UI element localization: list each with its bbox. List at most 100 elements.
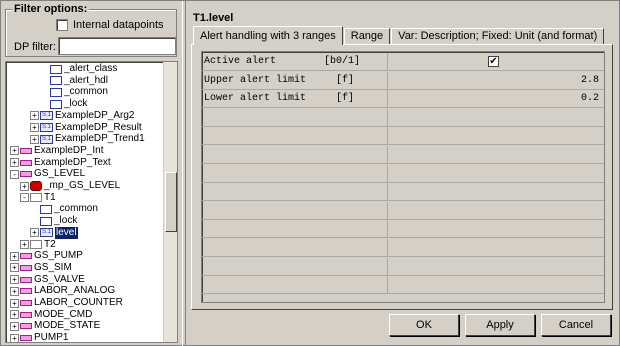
tree-item[interactable]: + ExampleDP_Text <box>10 157 111 169</box>
grid-value-cell[interactable] <box>388 202 604 220</box>
alert-config-grid[interactable]: Active alert [b0/1] ✔ Upper alert limit [f… <box>201 51 605 303</box>
grid-value-cell[interactable] <box>388 165 604 183</box>
grid-value-cell[interactable] <box>388 220 604 238</box>
grid-label-cell <box>202 164 388 183</box>
grid-row[interactable]: Lower alert limit [f] 0.2 <box>202 90 604 109</box>
tree-item[interactable]: + GS_SIM <box>10 262 72 274</box>
grid-row[interactable]: Upper alert limit [f] 2.8 <box>202 71 604 90</box>
grid-row-empty[interactable] <box>202 220 604 239</box>
dpe-icon <box>50 87 62 97</box>
datapoint-icon <box>20 276 32 283</box>
grid-row-empty[interactable] <box>202 276 604 295</box>
tree-item[interactable]: + S.1 ExampleDP_Arg2 <box>30 110 134 122</box>
expand-icon[interactable]: + <box>30 111 39 121</box>
tree-item[interactable]: + MODE_CMD <box>10 309 92 321</box>
tree-item[interactable]: _lock <box>30 215 77 227</box>
tree-scrollbar-thumb[interactable] <box>165 172 177 232</box>
tree-item[interactable]: + PUMP1 <box>10 332 69 343</box>
tree-item[interactable]: + S.1 ExampleDP_Trend1 <box>30 133 145 145</box>
grid-value-cell[interactable]: 2.8 <box>388 72 604 90</box>
expand-icon[interactable]: + <box>30 123 39 132</box>
grid-row-empty[interactable] <box>202 164 604 183</box>
tree-item-label: MODE_STATE <box>34 320 101 332</box>
expand-icon[interactable]: + <box>10 333 19 342</box>
expand-icon[interactable]: + <box>10 286 19 296</box>
tree-item[interactable]: + LABOR_COUNTER <box>10 297 123 309</box>
grid-label-cell: Active alert [b0/1] <box>202 53 388 71</box>
expand-icon[interactable]: + <box>10 251 19 261</box>
expand-icon[interactable]: + <box>10 298 19 308</box>
tree-item[interactable]: - GS_LEVEL <box>10 168 85 180</box>
tab-description-unit[interactable]: Var: Description; Fixed: Unit (and forma… <box>391 28 605 45</box>
tree-item[interactable]: + GS_VALVE <box>10 274 85 286</box>
expand-icon[interactable]: + <box>20 240 29 249</box>
grid-label-cell: Upper alert limit [f] <box>202 71 388 90</box>
tree-item[interactable]: + ExampleDP_Int <box>10 145 103 157</box>
tree-item[interactable]: + GS_PUMP <box>10 250 83 262</box>
tree-item[interactable]: + MODE_STATE <box>10 320 100 332</box>
datapoint-tree[interactable]: _alert_class _alert_hdl _common _lock + S.1 Ex… <box>5 61 178 343</box>
grid-row[interactable]: Active alert [b0/1] ✔ <box>202 53 604 71</box>
grid-row-empty[interactable] <box>202 257 604 276</box>
tree-item[interactable]: _lock <box>40 98 87 110</box>
grid-value-cell[interactable] <box>388 239 604 257</box>
expand-icon[interactable]: + <box>10 310 19 320</box>
active-alert-checkbox[interactable]: ✔ <box>488 56 499 67</box>
filter-options-legend: Filter options: <box>12 3 90 15</box>
tab-range[interactable]: Range <box>343 28 391 45</box>
tree-item[interactable]: + LABOR_ANALOG <box>10 285 115 297</box>
tree-item-label: GS_PUMP <box>34 250 83 262</box>
tree-item[interactable]: _alert_hdl <box>40 75 108 87</box>
tree-item[interactable]: _common <box>40 86 108 98</box>
apply-button[interactable]: Apply <box>465 314 535 336</box>
ok-button[interactable]: OK <box>389 314 459 336</box>
expand-icon[interactable]: + <box>10 321 19 331</box>
tree-item-label: _lock <box>54 215 78 227</box>
tree-item[interactable]: _common <box>30 203 98 215</box>
panel-splitter[interactable] <box>182 1 186 346</box>
internal-datapoints-option[interactable]: Internal datapoints <box>56 19 164 31</box>
grid-value-cell[interactable] <box>388 276 604 294</box>
tree-item[interactable]: + S.1 ExampleDP_Result <box>30 122 142 134</box>
datapoint-icon <box>20 253 32 260</box>
tree-item-label: LABOR_ANALOG <box>34 285 116 297</box>
grid-row-empty[interactable] <box>202 183 604 202</box>
cancel-button[interactable]: Cancel <box>541 314 611 336</box>
grid-value-cell[interactable] <box>388 109 604 127</box>
expand-icon[interactable]: + <box>10 275 19 285</box>
datapoint-icon <box>20 288 32 295</box>
grid-row-empty[interactable] <box>202 108 604 127</box>
tree-item[interactable]: + T2 <box>20 239 56 251</box>
tree-item-label: LABOR_COUNTER <box>34 297 123 308</box>
grid-value-cell[interactable] <box>388 258 604 276</box>
tree-item[interactable]: - T1 <box>20 192 56 204</box>
dp-filter-label: DP filter: <box>14 41 56 53</box>
internal-datapoints-checkbox[interactable] <box>56 19 68 31</box>
collapse-icon[interactable]: - <box>20 193 29 203</box>
grid-value-cell[interactable] <box>388 146 604 164</box>
grid-row-empty[interactable] <box>202 201 604 220</box>
datapoint-icon <box>20 335 32 342</box>
expand-icon[interactable]: + <box>10 263 19 273</box>
grid-row-empty[interactable] <box>202 239 604 257</box>
expand-icon[interactable]: + <box>10 158 19 168</box>
collapse-icon[interactable]: - <box>10 169 19 179</box>
tree-item[interactable]: _alert_class <box>40 63 117 75</box>
expand-icon[interactable]: + <box>20 181 29 191</box>
datapoint-icon <box>20 159 32 166</box>
tree-scrollbar[interactable] <box>163 62 177 342</box>
tree-item-label: PUMP1 <box>34 332 69 343</box>
expand-icon[interactable]: + <box>30 228 39 238</box>
dp-filter-input[interactable] <box>58 37 176 55</box>
tree-item-selected[interactable]: + S.1 level <box>30 226 78 239</box>
grid-row-empty[interactable] <box>202 146 604 164</box>
grid-value-cell[interactable] <box>388 183 604 201</box>
tree-item[interactable]: + _mp_GS_LEVEL <box>20 180 120 192</box>
grid-row-empty[interactable] <box>202 127 604 146</box>
dpe-icon <box>50 99 62 109</box>
expand-icon[interactable]: + <box>30 134 39 144</box>
grid-value-cell[interactable] <box>388 127 604 145</box>
tab-alert-handling[interactable]: Alert handling with 3 ranges <box>193 26 343 45</box>
expand-icon[interactable]: + <box>10 146 19 156</box>
grid-value-cell[interactable]: 0.2 <box>388 90 604 108</box>
